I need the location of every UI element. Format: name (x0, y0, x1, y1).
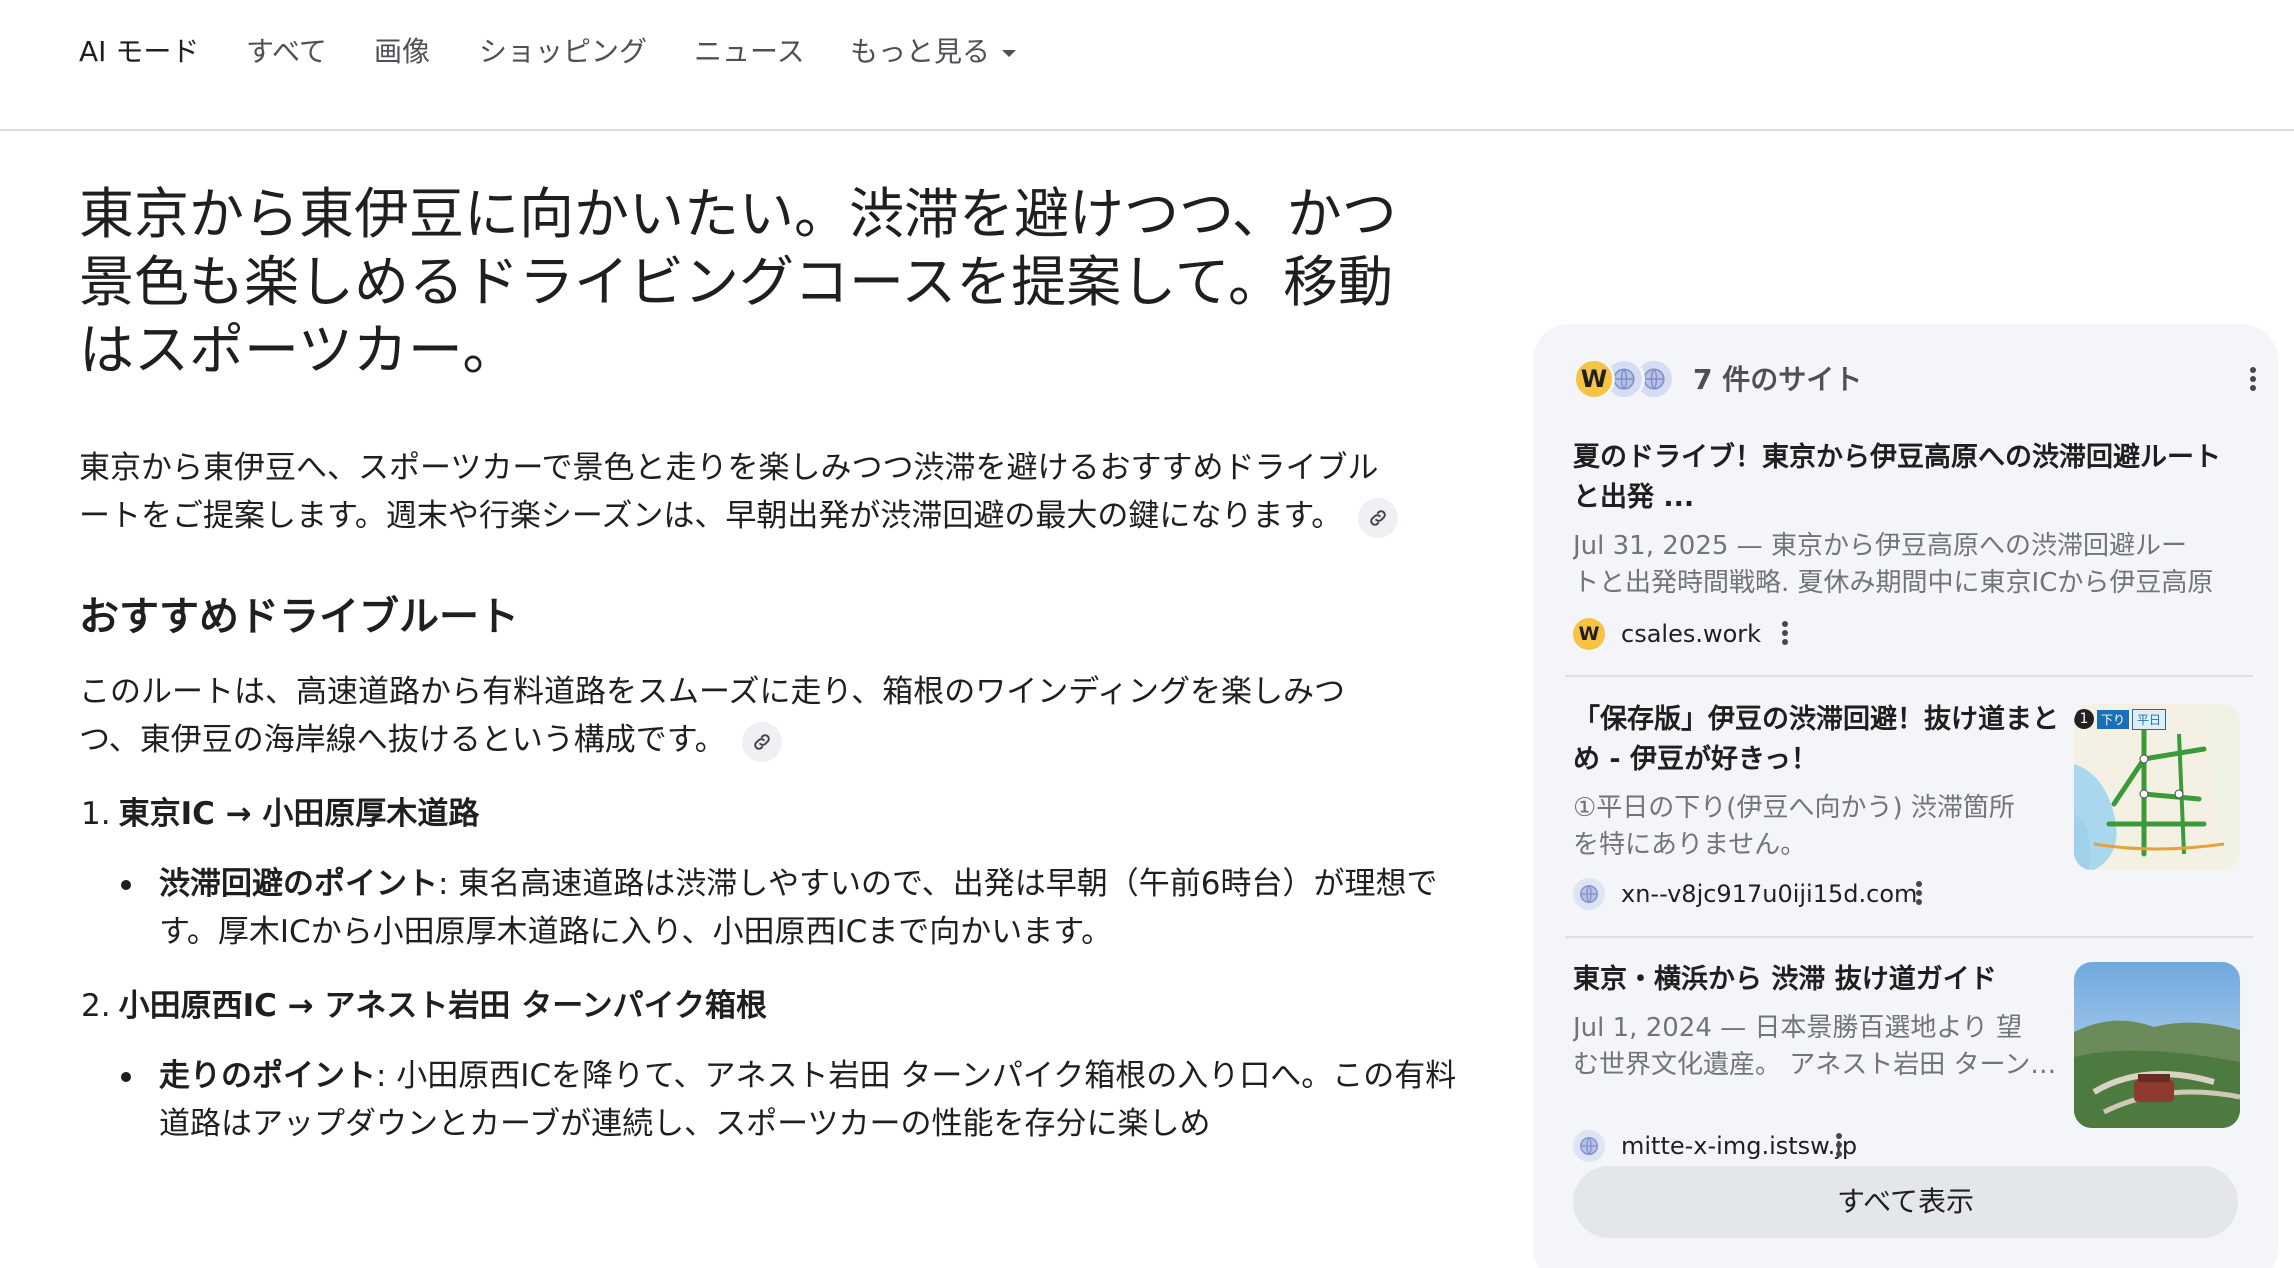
point-label: 走りのポイント (159, 1058, 376, 1094)
step-number: 2. (81, 988, 111, 1024)
snippet-line: ①平日の下り(伊豆へ向かう) 渋滞箇所 (1573, 793, 2015, 823)
source-thumbnail-photo[interactable] (2074, 962, 2240, 1128)
snippet-line: Jul 1, 2024 — 日本景勝百選地より 望 (1573, 1013, 2023, 1043)
source-favicons: W (1573, 358, 1683, 402)
route-step-2: 2. 小田原西IC → アネスト岩田 ターンパイク箱根 (79, 982, 1399, 1030)
more-vert-icon[interactable] (1773, 618, 1797, 650)
source-card[interactable]: 「保存版」伊豆の渋滞回避！抜け道まとめ - 伊豆が好きっ！ ①平日の下り(伊豆へ… (1573, 700, 2063, 864)
source-snippet: ①平日の下り(伊豆へ向かう) 渋滞箇所 を特にありません。 (1573, 790, 2063, 864)
source-site[interactable]: W csales.work (1573, 614, 1803, 654)
tab-shopping[interactable]: ショッピング (479, 30, 647, 74)
more-vert-icon[interactable] (1907, 878, 1931, 910)
source-snippet: Jul 31, 2025 — 東京から伊豆高原への渋滞回避ルー トと出発時間戦略… (1573, 528, 2243, 602)
source-site[interactable]: xn--v8jc917u0iji15d.com (1573, 874, 1917, 914)
globe-icon (1573, 878, 1605, 910)
chevron-down-icon (1002, 49, 1017, 57)
source-title[interactable]: 夏のドライブ！東京から伊豆高原への渋滞回避ルートと出発 ... (1573, 438, 2243, 518)
snippet-line: Jul 31, 2025 — 東京から伊豆高原への渋滞回避ルー (1573, 531, 2187, 561)
step-point: 走りのポイント: 小田原西ICを降りて、アネスト岩田 ターンパイク箱根の入り口へ… (121, 1052, 1459, 1148)
site-name: csales.work (1621, 620, 1762, 648)
section-text: このルートは、高速道路から有料道路をスムーズに走り、箱根のワインディングを楽しみ… (79, 668, 1399, 764)
divider (1565, 936, 2253, 938)
source-title[interactable]: 東京・横浜から 渋滞 抜け道ガイド (1573, 960, 2063, 1000)
show-all-button[interactable]: すべて表示 (1573, 1166, 2238, 1238)
more-vert-icon[interactable] (2241, 364, 2265, 396)
section-text-body: このルートは、高速道路から有料道路をスムーズに走り、箱根のワインディングを楽しみ… (79, 674, 1346, 758)
snippet-line: トと出発時間戦略. 夏休み期間中に東京ICから伊豆高原 (1573, 568, 2214, 598)
link-icon[interactable] (1358, 497, 1399, 538)
snippet-line: を特にありません。 (1573, 830, 1807, 860)
answer-intro: 東京から東伊豆へ、スポーツカーで景色と走りを楽しみつつ渋滞を避けるおすすめドライ… (79, 444, 1399, 540)
sources-count: 7 件のサイト (1693, 363, 1863, 396)
divider (1565, 675, 2253, 677)
search-mode-tabs: AI モード すべて 画像 ショッピング ニュース もっと見る (0, 0, 2294, 131)
route-step-1: 1. 東京IC → 小田原厚木道路 (79, 790, 1399, 838)
section-heading: おすすめドライブルート (79, 594, 519, 640)
tab-images[interactable]: 画像 (374, 30, 430, 74)
snippet-line: む世界文化遺産。 アネスト岩田 ターンパイク (1573, 1050, 2063, 1080)
step-title: 東京IC → 小田原厚木道路 (118, 796, 480, 832)
user-query: 東京から東伊豆に向かいたい。渋滞を避けつつ、かつ景色も楽しめるドライビングコース… (79, 182, 1397, 382)
sources-panel: W 7 件のサイト 夏のドライブ！東京から伊豆高原への渋滞回避ルートと出発 ..… (1533, 324, 2278, 1268)
step-point: 渋滞回避のポイント: 東名高速道路は渋滞しやすいので、出発は早朝（午前6時台）が… (121, 860, 1459, 956)
source-title[interactable]: 「保存版」伊豆の渋滞回避！抜け道まとめ - 伊豆が好きっ！ (1573, 700, 2063, 780)
tab-more-label: もっと見る (850, 35, 991, 68)
map-label: 1 下り 平日 (2074, 708, 2167, 730)
source-snippet: Jul 1, 2024 — 日本景勝百選地より 望 む世界文化遺産。 アネスト岩… (1573, 1010, 2063, 1084)
tab-all[interactable]: すべて (246, 30, 327, 74)
site-name: mitte-x-img.istsw.jp (1621, 1132, 1858, 1160)
tab-news[interactable]: ニュース (694, 30, 805, 74)
step-title: 小田原西IC → アネスト岩田 ターンパイク箱根 (118, 988, 768, 1024)
more-vert-icon[interactable] (1827, 1130, 1851, 1162)
source-site[interactable]: mitte-x-img.istsw.jp (1573, 1126, 1857, 1166)
step-number: 1. (81, 796, 111, 832)
source-thumbnail-map[interactable]: 1 下り 平日 (2074, 704, 2240, 870)
search-results-page: AI モード すべて 画像 ショッピング ニュース もっと見る 東京から東伊豆に… (0, 0, 2294, 1268)
answer-intro-text: 東京から東伊豆へ、スポーツカーで景色と走りを楽しみつつ渋滞を避けるおすすめドライ… (79, 450, 1379, 534)
source-card[interactable]: 東京・横浜から 渋滞 抜け道ガイド Jul 1, 2024 — 日本景勝百選地よ… (1573, 960, 2063, 1084)
point-label: 渋滞回避のポイント (159, 866, 438, 902)
tab-ai-mode[interactable]: AI モード (79, 30, 199, 74)
favicon-w: W (1573, 618, 1605, 650)
link-icon[interactable] (741, 721, 782, 762)
globe-icon (1573, 1130, 1605, 1162)
sources-header: W 7 件のサイト (1573, 356, 2256, 404)
source-card[interactable]: 夏のドライブ！東京から伊豆高原への渋滞回避ルートと出発 ... Jul 31, … (1573, 438, 2243, 602)
tab-more[interactable]: もっと見る (850, 30, 1017, 74)
site-name: xn--v8jc917u0iji15d.com (1621, 880, 1918, 908)
ai-answer: 東京から東伊豆に向かいたい。渋滞を避けつつ、かつ景色も楽しめるドライビングコース… (79, 180, 1456, 1148)
favicon-w: W (1573, 358, 1615, 400)
